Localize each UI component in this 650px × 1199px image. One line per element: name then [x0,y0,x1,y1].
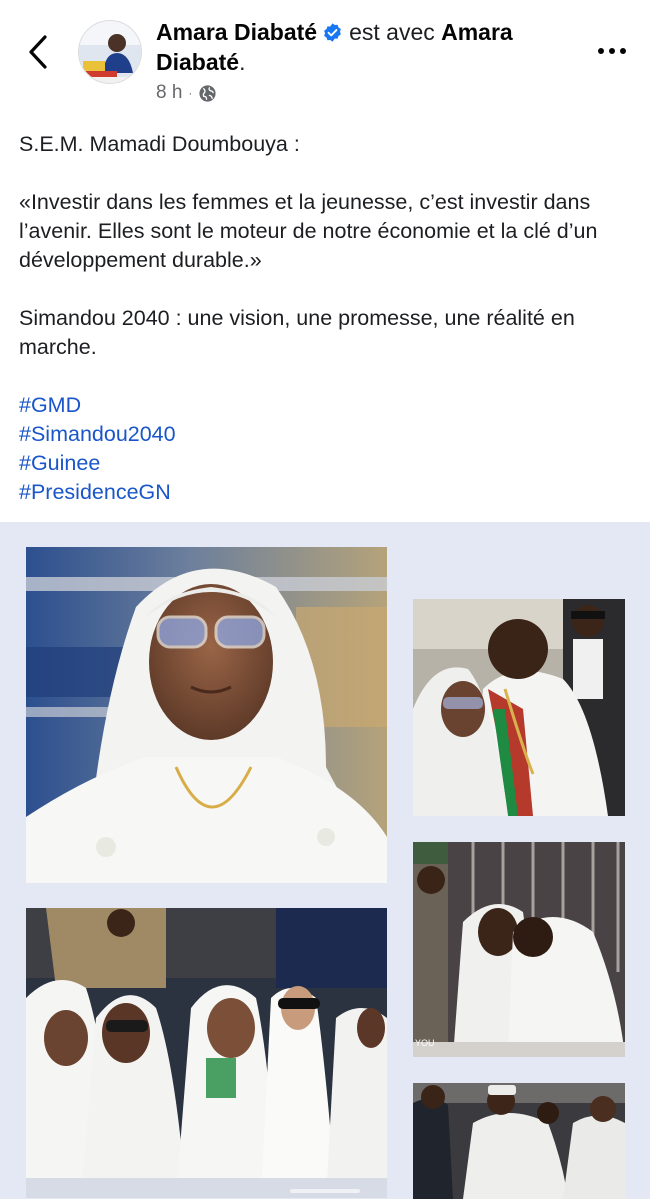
post-time[interactable]: 8 h [156,82,182,104]
hashtag-link[interactable]: #GMD [19,391,634,420]
post-line-title: S.E.M. Mamadi Doumbouya : [19,132,300,156]
more-options-button[interactable] [590,36,634,66]
photo-crowd-bottom[interactable] [413,1083,625,1199]
post-header: Amara Diabaté est avec Amara Diabaté. 8 h… [0,0,650,118]
tagged-suffix: . [239,49,246,75]
post-body: S.E.M. Mamadi Doumbouya : «Investir dans… [19,130,634,507]
hashtag-link[interactable]: #PresidenceGN [19,478,634,507]
photo-gallery: YOU [0,522,650,1199]
globe-icon [199,84,216,102]
photo-watermark: YOU [415,1038,435,1048]
photo-woman-white-veil[interactable] [26,547,387,883]
chevron-left-icon [29,35,47,69]
more-dot [609,48,615,54]
verified-badge-icon [322,20,343,42]
post-statement: Simandou 2040 : une vision, une promesse… [19,306,575,359]
hashtag-link[interactable]: #Simandou2040 [19,420,634,449]
separator-dot: · [188,86,193,100]
author-line: Amara Diabaté est avec Amara Diabaté. [156,17,546,77]
post-meta: 8 h · [156,80,217,106]
post-quote: «Investir dans les femmes et la jeunesse… [19,190,598,272]
avatar[interactable] [78,20,142,84]
back-button[interactable] [20,30,56,74]
author-name[interactable]: Amara Diabaté [156,19,317,45]
avatar-image [79,21,141,83]
more-dot [598,48,604,54]
photo-president-embrace[interactable] [413,599,625,816]
photo-women-seated-row[interactable] [26,908,387,1198]
hashtag-link[interactable]: #Guinee [19,449,634,478]
with-text: est avec [349,19,435,45]
loading-indicator [290,1189,360,1193]
more-dot [620,48,626,54]
photo-president-hug[interactable]: YOU [413,842,625,1057]
